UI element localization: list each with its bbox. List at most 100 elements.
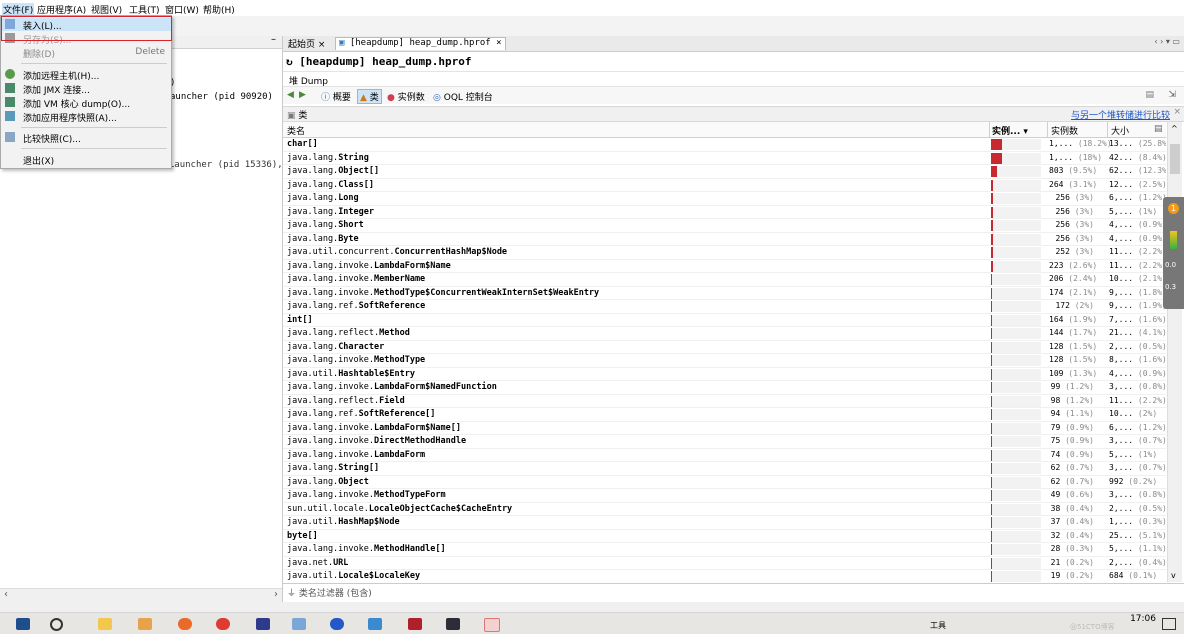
taskbar-clock[interactable]: 17:06 xyxy=(1130,614,1156,624)
menu-item-add-core-dump[interactable]: 添加 VM 核心 dump(O)... xyxy=(1,96,171,110)
menu-item-load[interactable]: 装入(L)... xyxy=(1,18,171,32)
scroll-thumb[interactable] xyxy=(1170,144,1180,174)
table-row[interactable]: java.lang.invoke.MethodHandle[] 28 (0.3%)… xyxy=(283,543,1166,557)
app-icon[interactable] xyxy=(330,618,344,630)
table-row[interactable]: java.lang.Class[] 264 (3.1%) 12... (2.5%) xyxy=(283,179,1166,192)
table-row[interactable]: java.lang.Object[] 803 (9.5%) 62... (12.3%… xyxy=(283,165,1166,179)
table-row[interactable]: int[] 164 (1.9%) 7,... (1.6%) xyxy=(283,314,1166,327)
horizontal-scrollbar[interactable]: ‹ › xyxy=(0,588,282,602)
close-icon[interactable]: × xyxy=(318,40,326,50)
table-row[interactable]: java.util.Hashtable$Entry 109 (1.3%) 4,...… xyxy=(283,368,1166,381)
table-row[interactable]: java.lang.String[] 62 (0.7%) 3,... (0.7%) xyxy=(283,462,1166,476)
table-row[interactable]: java.util.HashMap$Node 37 (0.4%) 1,... (0.… xyxy=(283,516,1166,530)
table-row[interactable]: java.lang.invoke.DirectMethodHandle 75 (0… xyxy=(283,435,1166,449)
summary-view-button[interactable]: ⓘ 概要 xyxy=(321,90,351,103)
scroll-up-icon[interactable]: ^ xyxy=(1171,124,1178,133)
scroll-right-icon[interactable]: › xyxy=(274,589,278,600)
refresh-icon[interactable]: ↻ xyxy=(286,55,293,68)
heapdump-panel: 起始页 × ▣ [heapdump] heap_dump.hprof × ‹ ›… xyxy=(283,36,1184,602)
instance-count: 256 xyxy=(1055,193,1070,202)
menu-item-add-jmx[interactable]: 添加 JMX 连接... xyxy=(1,82,171,96)
table-row[interactable]: java.lang.Long 256 (3%) 6,... (1.2%) xyxy=(283,192,1166,206)
floating-monitor-widget[interactable]: 1 0.0 0.3 xyxy=(1163,197,1184,309)
instance-percent-bar xyxy=(991,368,992,380)
column-size[interactable]: 大小 xyxy=(1111,124,1129,137)
tab-heapdump[interactable]: ▣ [heapdump] heap_dump.hprof × xyxy=(335,37,506,50)
app-icon[interactable] xyxy=(292,618,306,630)
menu-item-delete[interactable]: 删除(D) Delete xyxy=(1,46,171,60)
table-row[interactable]: java.net.URL 21 (0.2%) 2,... (0.4%) xyxy=(283,557,1166,570)
table-row[interactable]: java.lang.String 1,... (18%) 42... (8.4%) xyxy=(283,152,1166,165)
vertical-scrollbar[interactable]: ^ v xyxy=(1167,122,1182,582)
terminal-icon[interactable] xyxy=(446,618,460,630)
app-icon[interactable] xyxy=(138,618,152,630)
column-instances[interactable]: 实例数 xyxy=(1051,124,1078,137)
instance-bar-track xyxy=(991,436,1041,447)
file-explorer-icon[interactable] xyxy=(98,618,112,630)
table-row[interactable]: java.lang.Object 62 (0.7%) 992 (0.2%) xyxy=(283,476,1166,489)
table-row[interactable]: java.lang.reflect.Field 98 (1.2%) 11... (2… xyxy=(283,395,1166,408)
menu-item-save-as[interactable]: 另存为(S)... xyxy=(1,32,171,46)
tree-item-fragment[interactable]: auncher (pid 90920) xyxy=(170,92,273,102)
table-row[interactable]: java.util.concurrent.ConcurrentHashMap$N… xyxy=(283,246,1166,260)
table-row[interactable]: java.lang.ref.SoftReference[] 94 (1.1%) 10… xyxy=(283,408,1166,422)
table-row[interactable]: byte[] 32 (0.4%) 25... (5.1%) xyxy=(283,530,1166,543)
app-icon[interactable] xyxy=(178,618,192,630)
tab-start-page[interactable]: 起始页 × xyxy=(285,37,328,50)
app-icon[interactable] xyxy=(256,618,270,630)
windows-start-icon[interactable] xyxy=(16,618,30,630)
tray-toolbar-label[interactable]: 工具 xyxy=(930,620,946,631)
table-row[interactable]: java.lang.invoke.LambdaForm$NamedFunctio… xyxy=(283,381,1166,395)
table-row[interactable]: java.lang.invoke.MemberName 206 (2.4%) 10.… xyxy=(283,273,1166,287)
table-row[interactable]: java.lang.ref.SoftReference 172 (2%) 9,...… xyxy=(283,300,1166,314)
scroll-left-icon[interactable]: ‹ xyxy=(4,589,8,600)
table-row[interactable]: java.lang.Integer 256 (3%) 5,... (1%) xyxy=(283,206,1166,219)
column-class-name[interactable]: 类名 xyxy=(287,124,305,137)
menu-item-add-snapshot[interactable]: 添加应用程序快照(A)... xyxy=(1,110,171,124)
instances-view-button[interactable]: ● 实例数 xyxy=(387,90,425,103)
document-title: ↻ [heapdump] heap_dump.hprof xyxy=(286,55,471,68)
table-row[interactable]: java.lang.invoke.MethodTypeForm 49 (0.6%)… xyxy=(283,489,1166,503)
table-row[interactable]: java.lang.invoke.LambdaForm$Name[] 79 (0.… xyxy=(283,422,1166,435)
notification-center-icon[interactable] xyxy=(1162,618,1176,630)
app-icon[interactable] xyxy=(368,618,382,630)
compare-heapdump-link[interactable]: 与另一个堆转储进行比较 xyxy=(1071,108,1170,121)
table-row[interactable]: java.lang.invoke.MethodType 128 (1.5%) 8,.… xyxy=(283,354,1166,368)
tab-nav-icons[interactable]: ‹ › ▾ ▭ xyxy=(1154,37,1180,46)
search-icon[interactable] xyxy=(50,618,63,631)
table-row[interactable]: java.lang.invoke.LambdaForm 74 (0.9%) 5,..… xyxy=(283,449,1166,462)
class-name-cell: java.lang.Character xyxy=(287,342,384,352)
table-row[interactable]: java.lang.Character 128 (1.5%) 2,... (0.5%… xyxy=(283,341,1166,354)
chrome-icon[interactable] xyxy=(216,618,230,630)
table-row[interactable]: java.lang.invoke.MethodType$ConcurrentWe… xyxy=(283,287,1166,300)
table-row[interactable]: java.lang.invoke.LambdaForm$Name 223 (2.6… xyxy=(283,260,1166,273)
table-row[interactable]: java.lang.reflect.Method 144 (1.7%) 21... … xyxy=(283,327,1166,341)
minimize-icon[interactable]: – xyxy=(271,34,276,45)
options-icon[interactable]: ▤ xyxy=(1145,90,1154,100)
app-icon[interactable] xyxy=(408,618,422,630)
table-row[interactable]: java.lang.Byte 256 (3%) 4,... (0.9%) xyxy=(283,233,1166,246)
column-chooser-icon[interactable]: ▤ xyxy=(1154,124,1163,134)
close-icon[interactable]: × xyxy=(1173,107,1181,117)
column-instances-bar[interactable]: 实例... ▾ xyxy=(992,124,1028,137)
forward-icon[interactable]: ▶ xyxy=(299,90,306,100)
menu-item-add-remote-host[interactable]: 添加远程主机(H)... xyxy=(1,68,171,82)
class-package: java.lang.invoke. xyxy=(287,436,374,446)
table-row[interactable]: java.lang.Short 256 (3%) 4,... (0.9%) xyxy=(283,219,1166,233)
close-icon[interactable]: × xyxy=(496,38,501,48)
menu-item-compare-snapshots[interactable]: 比较快照(C)... xyxy=(1,131,171,145)
oql-icon: ◎ xyxy=(433,93,441,103)
pin-icon[interactable]: ⇲ xyxy=(1168,90,1176,100)
table-row[interactable]: char[] 1,... (18.2%)13... (25.8%) xyxy=(283,138,1166,152)
table-row[interactable]: java.util.Locale$LocaleKey 19 (0.2%) 684 (… xyxy=(283,570,1166,582)
oql-console-button[interactable]: ◎ OQL 控制台 xyxy=(433,90,493,103)
back-icon[interactable]: ◀ xyxy=(287,90,294,100)
instance-count-cell: 172 (2%) xyxy=(1049,301,1094,310)
class-filter-input[interactable]: ⏚ 类名过滤器 (包含) xyxy=(287,586,372,599)
classes-view-button[interactable]: ▲ 类 xyxy=(357,89,382,104)
app-icon[interactable] xyxy=(484,618,500,632)
scroll-down-icon[interactable]: v xyxy=(1171,571,1176,580)
menu-help[interactable]: 帮助(H) xyxy=(203,3,235,16)
menu-item-exit[interactable]: 退出(X) xyxy=(1,153,171,167)
table-row[interactable]: sun.util.locale.LocaleObjectCache$CacheE… xyxy=(283,503,1166,516)
